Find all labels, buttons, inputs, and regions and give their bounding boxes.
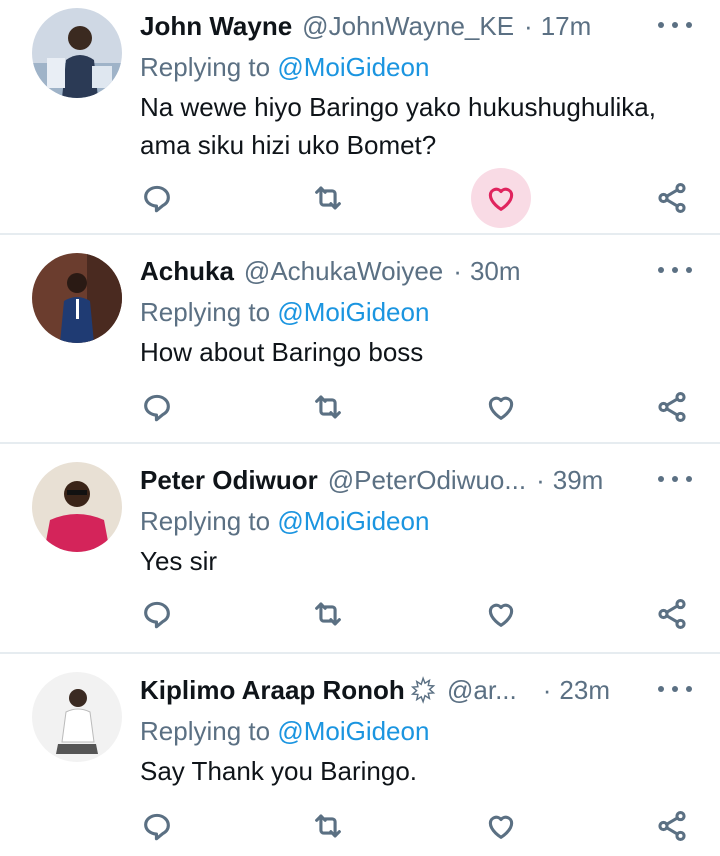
replying-to-label: Replying to [140, 52, 278, 82]
tweet-actions [0, 584, 720, 644]
mention-link[interactable]: @MoiGideon [277, 297, 429, 327]
replying-to: Replying to @MoiGideon [140, 50, 429, 84]
tweet-text-line: How about Baringo boss [140, 337, 424, 367]
divider [0, 442, 720, 444]
avatar[interactable] [32, 672, 122, 762]
reply-button[interactable] [127, 377, 187, 437]
replying-to-label: Replying to [140, 506, 278, 536]
tweet-text-line: ama siku hizi uko Bomet? [140, 130, 437, 160]
mention-link[interactable]: @MoiGideon [277, 52, 429, 82]
reply-icon [144, 813, 170, 841]
display-name[interactable]: Achuka [140, 253, 234, 289]
share-button[interactable] [642, 168, 702, 228]
retweet-button[interactable] [298, 584, 358, 644]
tweet-text-line: Say Thank you Baringo. [140, 756, 418, 786]
timestamp[interactable]: 23m [559, 672, 610, 708]
mention-link[interactable]: @MoiGideon [277, 716, 429, 746]
divider [0, 652, 720, 654]
tweet-header: Achuka @AchukaWoiyee · 30m [140, 253, 610, 289]
timestamp[interactable]: 39m [553, 462, 604, 498]
separator-dot: · [536, 465, 545, 495]
burst-badge-icon [410, 676, 436, 704]
reply-feed: John Wayne @JohnWayne_KE · 17m Replying … [0, 0, 720, 856]
like-button[interactable] [471, 377, 531, 437]
tweet-header: Peter Odiwuor @PeterOdiwuo... · 39m [140, 462, 610, 498]
retweet-icon [315, 186, 341, 210]
more-icon[interactable] [658, 255, 692, 285]
heart-icon [488, 603, 514, 627]
like-button[interactable] [471, 168, 531, 228]
replying-to: Replying to @MoiGideon [140, 714, 429, 748]
share-button[interactable] [642, 584, 702, 644]
reply-button[interactable] [127, 796, 187, 856]
tweet-actions [0, 796, 720, 856]
heart-icon [488, 815, 514, 839]
avatar[interactable] [32, 8, 122, 98]
display-name[interactable]: John Wayne [140, 8, 292, 44]
heart-icon [488, 187, 514, 211]
share-icon [658, 598, 686, 630]
share-icon [658, 182, 686, 214]
display-name[interactable]: Kiplimo Araap Ronoh [140, 672, 405, 708]
tweet-actions [0, 168, 720, 228]
retweet-button[interactable] [298, 377, 358, 437]
reply-icon [144, 394, 170, 422]
more-icon[interactable] [658, 10, 692, 40]
like-button[interactable] [471, 796, 531, 856]
tweet-text: Say Thank you Baringo. [140, 752, 700, 790]
reply-button[interactable] [127, 168, 187, 228]
user-handle[interactable]: @PeterOdiwuo... [328, 462, 526, 498]
avatar[interactable] [32, 462, 122, 552]
more-icon[interactable] [658, 464, 692, 494]
avatar[interactable] [32, 253, 122, 343]
share-icon [658, 810, 686, 842]
user-handle[interactable]: @ar... [447, 672, 517, 708]
timestamp[interactable]: 17m [541, 8, 592, 44]
user-handle[interactable]: @JohnWayne_KE [302, 8, 514, 44]
reply-button[interactable] [127, 584, 187, 644]
replying-to: Replying to @MoiGideon [140, 295, 429, 329]
replying-to-label: Replying to [140, 716, 278, 746]
like-button[interactable] [471, 584, 531, 644]
separator-dot: · [524, 11, 533, 41]
tweet-text: How about Baringo boss [140, 333, 700, 371]
timestamp[interactable]: 30m [470, 253, 521, 289]
share-icon [658, 391, 686, 423]
tweet[interactable]: John Wayne @JohnWayne_KE · 17m Replying … [0, 0, 720, 232]
mention-link[interactable]: @MoiGideon [277, 506, 429, 536]
separator-dot: · [453, 256, 462, 286]
retweet-button[interactable] [298, 168, 358, 228]
separator-dot: · [542, 675, 552, 705]
more-icon[interactable] [658, 674, 692, 704]
heart-icon [488, 396, 514, 420]
retweet-button[interactable] [298, 796, 358, 856]
reply-icon [144, 185, 170, 213]
tweet[interactable]: Peter Odiwuor @PeterOdiwuo... · 39m Repl… [0, 454, 720, 650]
user-handle[interactable]: @AchukaWoiyee [244, 253, 443, 289]
reply-icon [144, 601, 170, 629]
replying-to: Replying to @MoiGideon [140, 504, 429, 538]
replying-to-label: Replying to [140, 297, 278, 327]
tweet-header: John Wayne @JohnWayne_KE · 17m [140, 8, 610, 44]
tweet[interactable]: Kiplimo Araap Ronoh @ar... · 23m Replyin… [0, 664, 720, 856]
display-name[interactable]: Peter Odiwuor [140, 462, 318, 498]
tweet[interactable]: Achuka @AchukaWoiyee · 30m Replying to @… [0, 245, 720, 440]
divider [0, 233, 720, 235]
tweet-header: Kiplimo Araap Ronoh @ar... · 23m [140, 672, 610, 708]
tweet-text-line: Yes sir [140, 546, 218, 576]
share-button[interactable] [642, 377, 702, 437]
tweet-actions [0, 377, 720, 437]
retweet-icon [315, 602, 341, 626]
tweet-text-line: Na wewe hiyo Baringo yako hukushughulika… [140, 92, 656, 122]
retweet-icon [315, 814, 341, 838]
tweet-text: Na wewe hiyo Baringo yako hukushughulika… [140, 88, 700, 164]
retweet-icon [315, 395, 341, 419]
tweet-text: Yes sir [140, 542, 700, 580]
share-button[interactable] [642, 796, 702, 856]
